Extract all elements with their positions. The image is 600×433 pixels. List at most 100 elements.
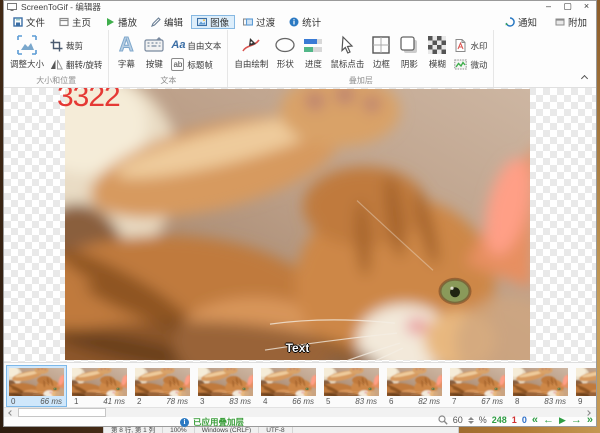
title-frame-button[interactable]: ab 标题帧 [171,58,221,71]
notepad-cursor-position: 第 8 行, 第 1 列 [104,427,163,433]
free-drawing-button[interactable]: 自由绘制 [232,33,270,71]
home-window-icon [59,17,69,27]
frame-index: 3 [200,397,204,406]
scrollbar-thumb[interactable] [18,408,106,417]
status-message: 已应用叠加层 [193,416,244,428]
ribbon: 调整大小 裁剪 翻转/旋转 大小和位置 A [4,30,596,88]
tab-edit[interactable]: 编辑 [145,15,189,29]
attach-window-icon [555,17,565,27]
watermark-button[interactable]: 水印 [454,39,487,52]
editor-canvas[interactable]: 3322 Text [4,88,596,362]
cinemagraph-button[interactable]: 微动 [454,58,487,71]
notepad-encoding: UTF-8 [259,427,292,433]
zoom-stepper[interactable] [468,417,474,424]
watermark-icon [454,39,467,52]
frame-thumbnail-4[interactable]: 4 66 ms [258,365,319,407]
last-frame-button[interactable]: » [587,416,593,425]
tab-file[interactable]: 文件 [7,15,51,29]
play-icon [105,17,115,27]
progress-label: 进度 [305,58,322,70]
border-button[interactable]: 边框 [368,33,394,71]
frame-duration: 66 ms [40,397,62,406]
frame-duration: 66 ms [292,397,314,406]
info-icon [289,17,299,27]
transition-icon [243,17,253,27]
scroll-left-button[interactable] [4,408,17,417]
notifications-icon [505,17,515,27]
keystrokes-button[interactable]: 按键 [141,33,167,71]
statusbar: i 已应用叠加层 60 % 248 1 0 « ← ▶ → » [4,417,596,426]
cinemagraph-icon [454,58,467,71]
previous-frame-button[interactable]: ← [543,416,554,425]
caption-button[interactable]: A 字幕 [113,33,139,71]
free-drawing-label: 自由绘制 [234,58,268,70]
shadow-button[interactable]: 阴影 [396,33,422,71]
first-frame-button[interactable]: « [532,416,538,425]
zoom-value[interactable]: 60 [453,415,463,425]
play-button[interactable]: ▶ [559,416,566,425]
free-text-icon: Aa [171,39,184,52]
close-button[interactable]: × [577,1,596,13]
tab-transitions[interactable]: 过渡 [237,15,281,29]
pen-icon [240,34,262,56]
progress-bars-icon [302,34,324,56]
ribbon-empty-area [494,30,596,87]
thumbnail-image [513,368,568,396]
ribbon-group-size-position: 调整大小 裁剪 翻转/旋转 大小和位置 [4,30,109,87]
frame-count-total: 248 [492,415,507,425]
titlebar[interactable]: ScreenToGif - 编辑器 – ▢ × [4,1,596,13]
frame-duration: 82 ms [418,397,440,406]
shapes-button[interactable]: 形状 [272,33,298,71]
frame-thumbnail-2[interactable]: 278 ms [132,365,193,407]
caption-overlay: Text [65,341,530,355]
flip-rotate-button[interactable]: 翻转/旋转 [50,58,102,71]
frame-timeline: 066 ms 141 ms 278 ms 3 83 ms 4 66 ms 583 m… [4,362,596,407]
resize-button[interactable]: 调整大小 [8,33,46,71]
tab-home[interactable]: 主页 [53,15,97,29]
obfuscate-button[interactable]: 模糊 [424,33,450,71]
free-text-button[interactable]: Aa 自由文本 [171,39,221,52]
stepper-down-icon[interactable] [468,421,474,424]
frame-duration: 83 ms [229,397,251,406]
thumbnail-image [72,368,127,396]
collapse-ribbon-chevron-icon[interactable] [581,74,588,81]
frame-thumbnail-8[interactable]: 883 ms [510,365,571,407]
attach-button[interactable]: 附加 [549,15,593,29]
cinemagraph-label: 微动 [470,59,487,71]
frame-index: 5 [326,397,330,406]
shadow-label: 阴影 [401,58,418,70]
tab-image[interactable]: 图像 [191,15,235,29]
frame-index: 1 [74,397,78,406]
mouse-clicks-button[interactable]: 鼠标点击 [328,33,366,71]
frame-thumbnail-3[interactable]: 3 83 ms [195,365,256,407]
resize-icon [16,34,38,56]
minimize-button[interactable]: – [539,1,558,13]
thumbnail-image [261,368,316,396]
status-info-icon: i [180,418,189,427]
frame-thumbnail-9[interactable]: 9 [573,365,596,407]
progress-button[interactable]: 进度 [300,33,326,71]
tab-statistics[interactable]: 统计 [283,15,327,29]
frame-thumbnail-6[interactable]: 682 ms [384,365,445,407]
stepper-up-icon[interactable] [468,417,474,420]
caption-icon: A [115,34,137,56]
frame-duration: 67 ms [481,397,503,406]
frame-number-overlay: 3322 [57,88,120,112]
percent-sign[interactable]: % [479,415,487,425]
frame-thumbnail-5[interactable]: 583 ms [321,365,382,407]
maximize-button[interactable]: ▢ [558,1,577,13]
frame-thumbnail-0[interactable]: 066 ms [6,365,67,407]
frame-index: 4 [263,397,267,406]
crop-button[interactable]: 裁剪 [50,39,102,52]
frame-thumbnail-1[interactable]: 141 ms [69,365,130,407]
free-text-label: 自由文本 [187,40,221,52]
pencil-icon [151,17,161,27]
title-frame-label: 标题帧 [187,59,213,71]
notifications-button[interactable]: 通知 [499,15,543,29]
border-icon [370,34,392,56]
mouse-clicks-label: 鼠标点击 [330,58,364,70]
next-frame-button[interactable]: → [571,416,582,425]
frame-thumbnail-7[interactable]: 767 ms [447,365,508,407]
tab-playback[interactable]: 播放 [99,15,143,29]
current-frame-image[interactable]: 3322 Text [65,89,530,360]
